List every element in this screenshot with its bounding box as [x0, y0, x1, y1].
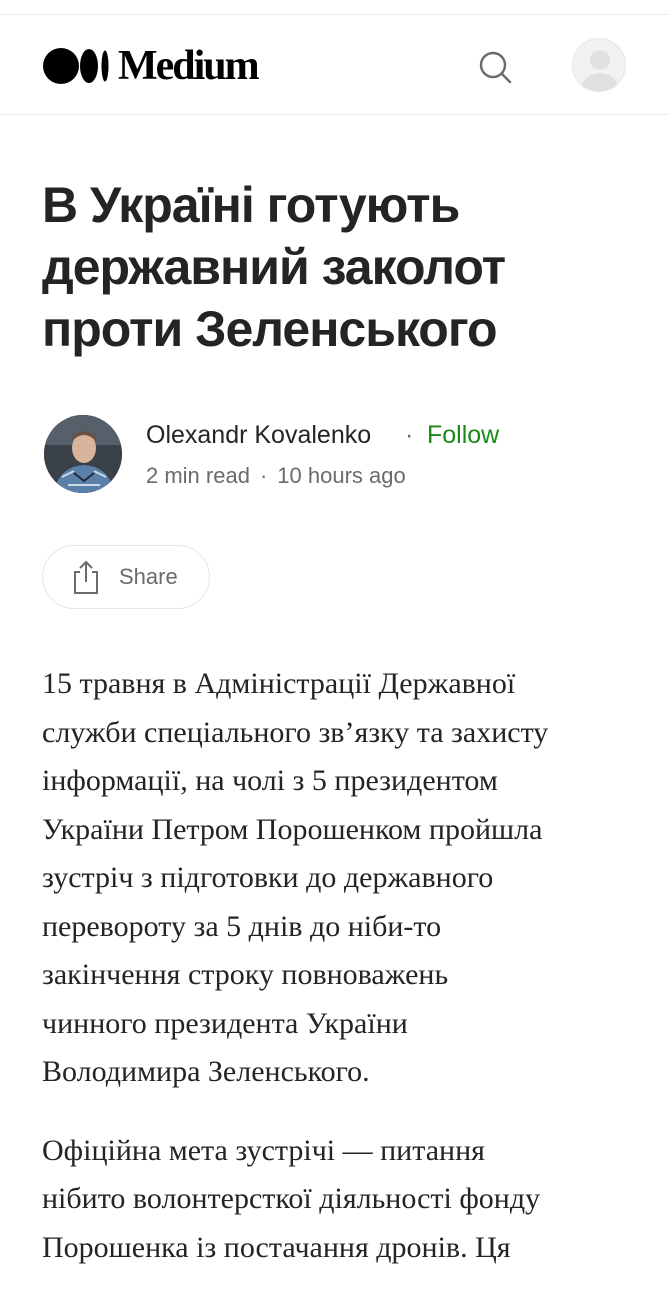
- separator-dot: ·: [259, 463, 268, 488]
- separator-dot: ·: [405, 421, 414, 449]
- search-icon: [479, 51, 512, 84]
- paragraph-line: Порошенка із постачання дронів. Ця: [42, 1230, 511, 1264]
- share-label: Share: [119, 564, 178, 589]
- search-button[interactable]: [475, 47, 515, 87]
- author-name[interactable]: Olexandr Kovalenko: [146, 420, 371, 450]
- paragraph-line: закінчення строку повноважень: [42, 958, 449, 991]
- paragraph-line: України Петром Порошенком пройшла: [42, 812, 543, 846]
- brand-name: Medium: [118, 43, 260, 89]
- article-body: 15 травня в Адміністрації Державної служ…: [42, 660, 642, 1302]
- author-photo-icon: [44, 415, 122, 493]
- paragraph-line: нібито волонтерсткої діяльності фонду: [42, 1182, 541, 1215]
- follow-button[interactable]: Follow: [427, 420, 499, 450]
- article-title: В Україні готують державний заколот прот…: [42, 174, 642, 360]
- paragraph-line: служби спеціального зв’язку та захисту: [42, 715, 549, 749]
- paragraph-line: 15 травня в Адміністрації Державної: [42, 667, 516, 700]
- paragraph: Офіційна мета зустрічі — питання нібито …: [42, 1127, 642, 1273]
- medium-logo-icon: [43, 48, 109, 84]
- user-avatar-button[interactable]: [572, 38, 626, 92]
- title-line: В Україні готують: [42, 177, 460, 233]
- paragraph-line: інформації, на чолі з 5 президентом: [42, 764, 498, 797]
- top-bar: Medium: [0, 15, 669, 115]
- paragraph-line: чинного президента України: [42, 1006, 408, 1040]
- paragraph-line: Володимира Зеленського.: [42, 1055, 370, 1088]
- user-avatar-icon: [582, 50, 618, 91]
- published-time: 10 hours ago: [277, 463, 406, 488]
- title-line: проти Зеленського: [42, 301, 498, 357]
- article-meta: 2 min read · 10 hours ago: [146, 462, 406, 490]
- author-avatar[interactable]: [44, 415, 122, 493]
- title-line: державний заколот: [42, 239, 506, 295]
- paragraph-line: зустріч з підготовки до державного: [42, 861, 494, 894]
- paragraph: 15 травня в Адміністрації Державної служ…: [42, 660, 642, 1097]
- paragraph-line: Офіційна мета зустрічі — питання: [42, 1133, 485, 1167]
- share-icon: [74, 560, 98, 594]
- share-button[interactable]: Share: [42, 545, 210, 609]
- medium-logo[interactable]: Medium: [42, 43, 260, 89]
- paragraph-line: перевороту за 5 днів до ніби-то: [42, 909, 442, 943]
- read-time: 2 min read: [146, 463, 250, 488]
